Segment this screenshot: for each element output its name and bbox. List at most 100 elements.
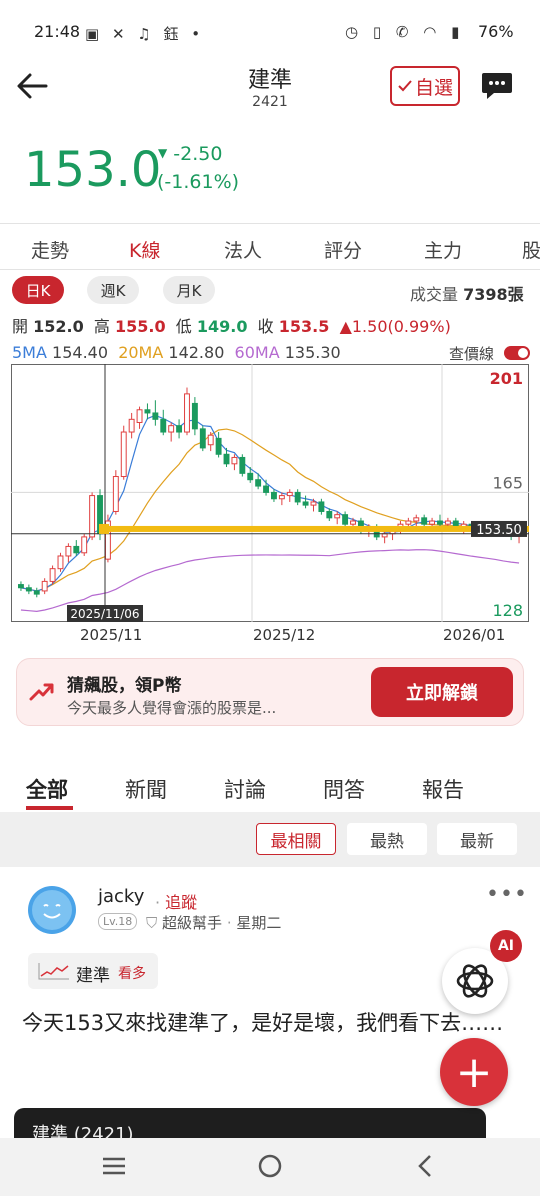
unlock-button[interactable]: 立即解鎖 [371, 667, 513, 717]
price-change-value: -2.50 [173, 143, 223, 165]
add-post-button[interactable]: + [440, 1038, 508, 1106]
sort-hot[interactable]: 最熱 [347, 823, 427, 855]
price-change: ▼ -2.50 [158, 143, 222, 165]
candle-body [231, 456, 238, 465]
news-tab-news[interactable]: 新聞 [125, 774, 167, 804]
x-tick-label: 2025/12 [253, 626, 316, 644]
watchlist-button[interactable]: 自選 [390, 66, 460, 106]
candle-body [247, 472, 254, 481]
ma5-value: 154.40 [52, 343, 109, 362]
candle-body [176, 425, 183, 433]
news-tab-report[interactable]: 報告 [422, 774, 464, 804]
news-tab-qa[interactable]: 問答 [323, 774, 365, 804]
candle-body [421, 517, 428, 525]
low-label: 低 [175, 317, 192, 336]
candle-body [223, 453, 230, 465]
low-value: 149.0 [196, 317, 248, 336]
tab-trend[interactable]: 走勢 [31, 236, 69, 263]
tab-more[interactable]: 股 [522, 236, 540, 263]
status-time: 21:48 [34, 22, 81, 41]
ma60-label: 60MA [234, 343, 280, 362]
candle-body [263, 485, 269, 493]
tab-major[interactable]: 主力 [424, 236, 462, 263]
candle-body [120, 431, 127, 478]
check-icon [398, 80, 412, 92]
username[interactable]: jacky [98, 886, 144, 907]
avatar[interactable] [28, 886, 76, 934]
chat-icon[interactable] [480, 70, 514, 102]
candle-body [239, 456, 246, 474]
high-value: 155.0 [115, 317, 166, 336]
price-line-toggle[interactable] [504, 346, 530, 360]
ma20-label: 20MA [118, 343, 164, 362]
tag-bullish: 看多 [118, 966, 146, 982]
y-min-label: 128 [492, 601, 523, 620]
period-week-button[interactable]: 週K [87, 276, 139, 304]
candle-body [350, 520, 356, 525]
smiley-icon [32, 890, 72, 930]
candle-body [89, 495, 96, 538]
candle-body [215, 437, 222, 455]
ma20-line [20, 428, 520, 592]
battery-level: 76% [478, 22, 514, 41]
post-time: 星期二 [236, 914, 282, 932]
promo-subtitle: 今天最多人覺得會漲的股票是... [67, 699, 277, 717]
promo-title: 猜飆股，領P幣 [67, 676, 182, 696]
system-icons: ◷ ▯ ✆ ◠ ▮ [345, 23, 465, 41]
active-tab-underline [26, 806, 73, 810]
promo-banner[interactable]: 猜飆股，領P幣 今天最多人覺得會漲的股票是... 立即解鎖 [16, 658, 524, 726]
price-line-handle [99, 523, 109, 534]
candle-body [184, 393, 190, 433]
tab-institutional[interactable]: 法人 [224, 236, 262, 263]
sort-relevant[interactable]: 最相關 [256, 823, 336, 855]
candle-body [207, 434, 214, 446]
candle-body [318, 501, 325, 512]
x-tick-label: 2026/01 [443, 626, 506, 644]
tab-rating[interactable]: 評分 [324, 236, 362, 263]
candle-body [25, 587, 32, 592]
recent-apps-icon[interactable] [100, 1152, 128, 1180]
chart-tabs: 走勢 K線 法人 評分 主力 股 [0, 224, 540, 270]
status-bar: 21:48 ▣ ✕ ♫ 鈺 • ◷ ▯ ✆ ◠ ▮ 76% [0, 0, 540, 64]
stock-tag-chip[interactable]: 建準 看多 [28, 953, 158, 989]
candle-body [310, 501, 317, 506]
candle-body [18, 584, 24, 589]
level-badge: Lv.18 [98, 913, 138, 930]
down-triangle-icon: ▼ [158, 146, 168, 160]
y-max-label: 201 [490, 369, 523, 388]
home-icon[interactable] [256, 1152, 284, 1180]
sort-new[interactable]: 最新 [437, 823, 517, 855]
tab-kline[interactable]: K線 [129, 236, 160, 263]
mini-chart-icon [38, 963, 69, 980]
candle-body [152, 412, 159, 420]
candle-body [294, 491, 301, 503]
back-icon[interactable] [412, 1152, 440, 1180]
volume-value: 7398張 [463, 285, 524, 304]
candle-body [191, 402, 198, 430]
period-day-button[interactable]: 日K [12, 276, 64, 304]
candle-body [334, 514, 341, 519]
price-change-pct: (-1.61%) [157, 171, 240, 193]
user-role: ⛉ 超級幫手 · 星期二 [146, 914, 282, 932]
ma60-value: 135.30 [284, 343, 341, 362]
candle-body [160, 418, 167, 433]
period-month-button[interactable]: 月K [163, 276, 215, 304]
news-tab-discuss[interactable]: 討論 [224, 774, 266, 804]
shield-icon: ⛉ [146, 914, 158, 932]
close-value: 153.5 [278, 317, 330, 336]
candle-body [65, 545, 72, 557]
open-value: 152.0 [33, 317, 84, 336]
candle-body [57, 555, 64, 570]
close-change: ▲1.50(0.99%) [339, 317, 451, 336]
news-tab-all[interactable]: 全部 [26, 774, 68, 804]
follow-label: 追蹤 [165, 893, 198, 912]
divider [0, 269, 540, 270]
candle-body [136, 409, 143, 423]
follow-link[interactable]: · 追蹤 [155, 889, 197, 913]
ma60-line [20, 549, 520, 612]
candle-body [128, 418, 135, 433]
candle-body [286, 491, 293, 497]
kline-chart[interactable]: 201 165 128 153.50 2025/11/06 [11, 364, 529, 622]
more-options-icon[interactable]: ••• [486, 882, 528, 907]
candle-body [81, 536, 88, 554]
